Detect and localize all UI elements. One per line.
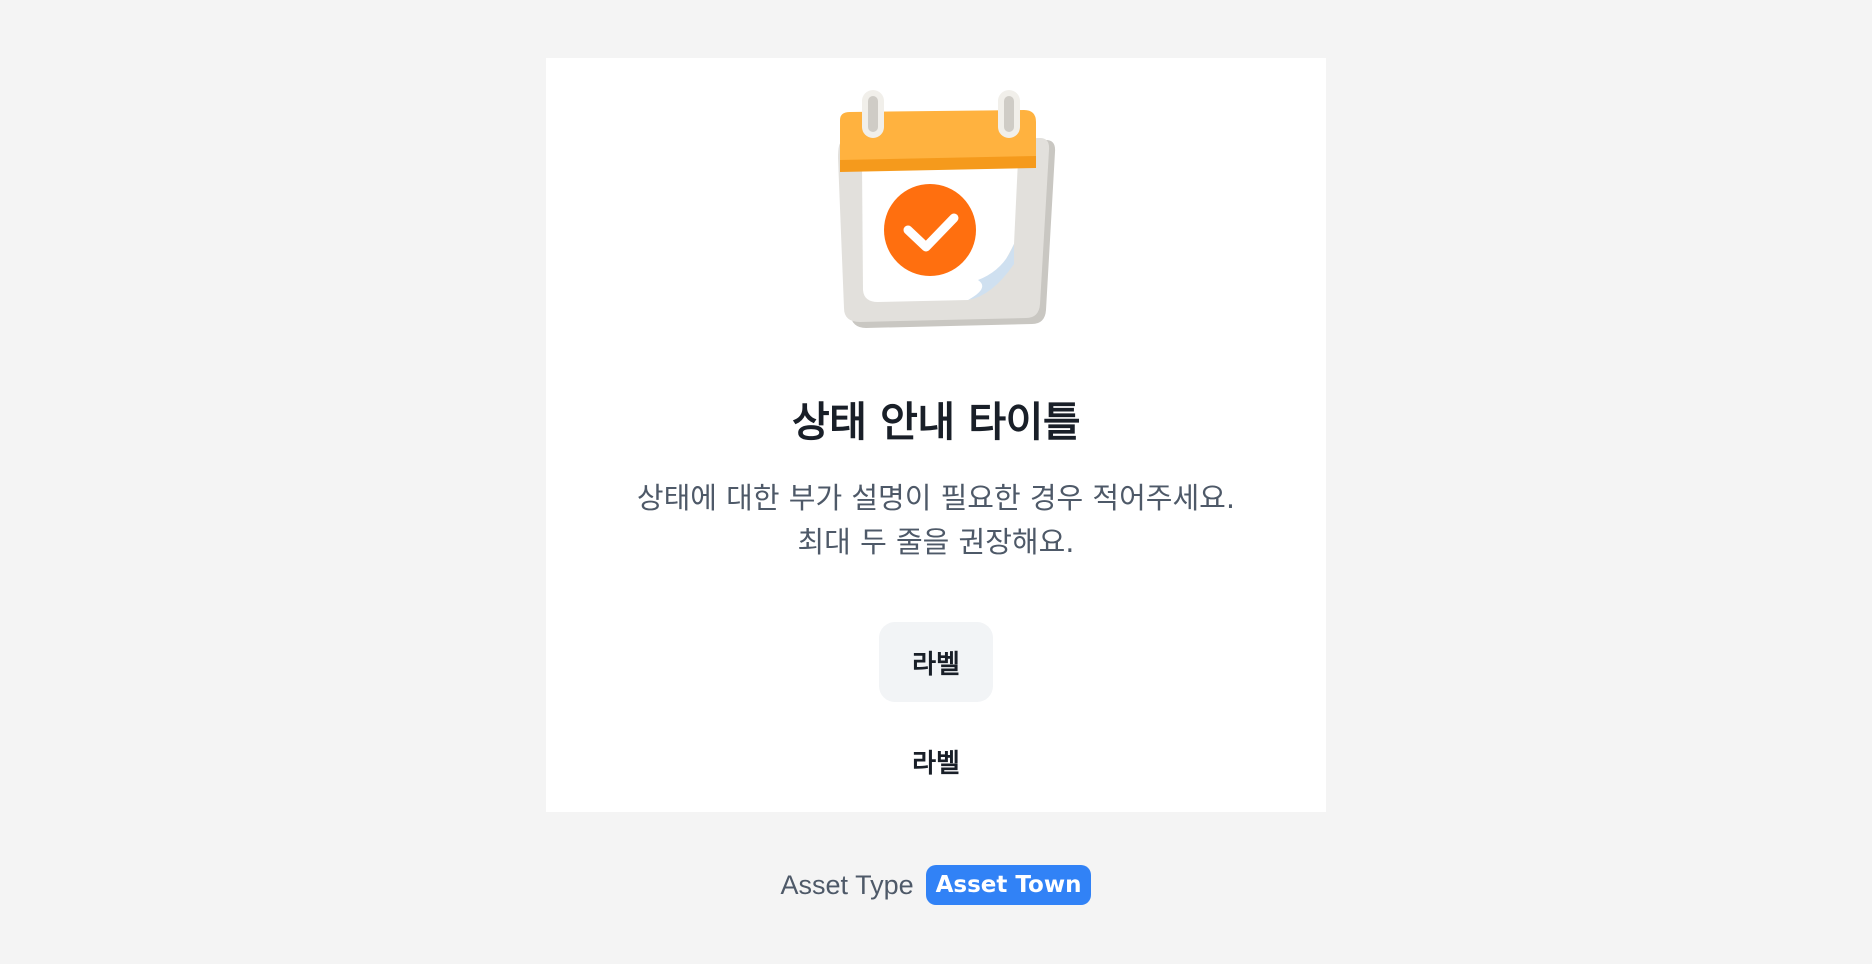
text-button[interactable]: 라벨 bbox=[860, 738, 1012, 784]
asset-type-label: Asset Type bbox=[780, 869, 914, 900]
primary-button[interactable]: 라벨 bbox=[879, 622, 993, 702]
asset-info: Asset Type Asset Town bbox=[0, 864, 1872, 906]
status-title: 상태 안내 타이틀 bbox=[791, 398, 1081, 446]
asset-badge: Asset Town bbox=[925, 865, 1092, 905]
status-description: 상태에 대한 부가 설명이 필요한 경우 적어주세요. 최대 두 줄을 권장해요… bbox=[636, 481, 1236, 559]
calendar-check-icon bbox=[838, 90, 1056, 328]
